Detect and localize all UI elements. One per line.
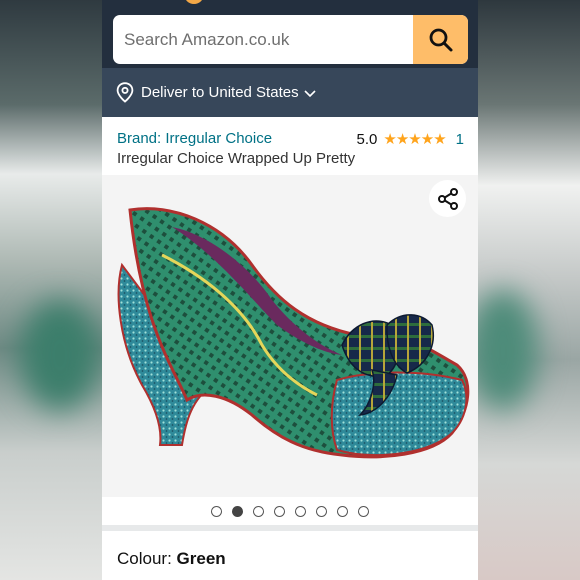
colour-selector: Colour: Green [117,549,226,569]
search-button[interactable] [413,15,468,64]
gallery-dot[interactable] [337,505,348,517]
amazon-logo-fragment [184,0,204,4]
brand-link[interactable]: Brand: Irregular Choice [117,130,272,147]
blurred-background-left [0,0,102,580]
product-header: Brand: Irregular Choice 5.0 ★★★★★ 1 Irre… [102,117,478,175]
product-title: Irregular Choice Wrapped Up Pretty [117,150,356,167]
gallery-dot[interactable] [358,505,369,517]
gallery-dot[interactable] [295,505,306,517]
blurred-background-right [478,0,580,580]
search-input[interactable] [113,15,413,64]
background-blur-shape [478,290,538,410]
background-blur-shape [20,300,100,410]
star-rating-icon: ★★★★★ [383,131,446,148]
section-divider [102,525,478,531]
search-icon [429,28,452,51]
deliver-to-bar[interactable]: Deliver to United States [102,68,478,117]
gallery-pagination [102,497,478,525]
top-navigation-bar [102,0,478,68]
rating-count: 1 [455,130,464,148]
product-image-gallery[interactable] [102,175,478,497]
mobile-screen: Deliver to United States Brand: Irregula… [102,0,478,580]
gallery-dot[interactable] [232,505,243,517]
chevron-down-icon [303,88,317,98]
colour-value: Green [176,549,226,568]
search-bar [113,15,468,64]
share-button[interactable] [429,180,466,217]
product-image [117,207,470,459]
gallery-dot[interactable] [253,505,264,517]
share-icon [437,187,458,210]
deliver-to-label: Deliver to United States [141,84,299,101]
rating-summary[interactable]: 5.0 ★★★★★ 1 [356,130,464,149]
gallery-dot[interactable] [211,505,222,517]
colour-label: Colour: [117,549,177,568]
gallery-dot[interactable] [316,505,327,517]
rating-value: 5.0 [356,130,378,148]
gallery-dot[interactable] [274,505,285,517]
location-pin-icon [116,82,134,103]
